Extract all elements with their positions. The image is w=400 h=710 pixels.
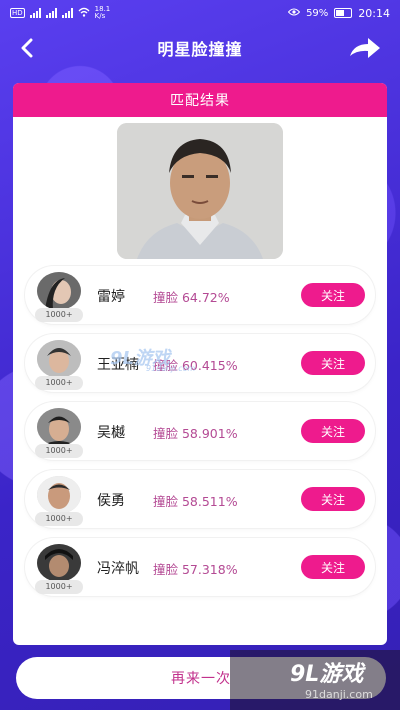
star-name: 雷婷 [97, 289, 125, 305]
avatar [37, 544, 81, 582]
avatar-group: 1000+ [35, 340, 83, 390]
watermark-corner: 9L游戏 91danji.com [230, 650, 400, 710]
follow-button[interactable]: 关注 [301, 487, 365, 511]
follow-button[interactable]: 关注 [301, 419, 365, 443]
fans-badge: 1000+ [35, 512, 83, 526]
status-bar: HD 18.1 K/s 59% 20:14 [0, 0, 400, 26]
list-item[interactable]: 1000+ 吴樾 撞脸 58.901% 关注 [25, 402, 375, 460]
card-header: 匹配结果 [13, 83, 387, 117]
signal-icon-3 [61, 8, 73, 18]
fans-badge: 1000+ [35, 444, 83, 458]
similarity-score: 撞脸 57.318% [153, 562, 238, 577]
list-item[interactable]: 1000+ 雷婷 撞脸 64.72% 关注 [25, 266, 375, 324]
signal-icon [29, 8, 41, 18]
avatar-group: 1000+ [35, 544, 83, 594]
list-item[interactable]: 1000+ 王亚楠 撞脸 60.415% 关注 [25, 334, 375, 392]
share-arrow-icon [350, 38, 380, 58]
match-list: 1000+ 雷婷 撞脸 64.72% 关注 1000+ 王亚楠 撞脸 60.41… [25, 266, 375, 606]
fans-badge: 1000+ [35, 308, 83, 322]
chevron-left-icon [21, 38, 33, 58]
star-name: 侯勇 [97, 493, 125, 509]
watermark-corner-logo: 9L游戏 [290, 662, 364, 687]
wifi-icon [78, 7, 90, 20]
clock: 20:14 [358, 6, 390, 20]
watermark-url: 91danji.com [146, 364, 196, 373]
share-button[interactable] [348, 34, 382, 62]
follow-button[interactable]: 关注 [301, 555, 365, 579]
avatar [37, 272, 81, 310]
list-item[interactable]: 1000+ 冯淬帆 撞脸 57.318% 关注 [25, 538, 375, 596]
similarity-score: 撞脸 64.72% [153, 290, 230, 305]
nav-bar: 明星脸撞撞 [0, 26, 400, 70]
follow-button[interactable]: 关注 [301, 351, 365, 375]
user-photo [117, 123, 283, 259]
avatar [37, 476, 81, 514]
page-title: 明星脸撞撞 [157, 40, 243, 59]
avatar-group: 1000+ [35, 476, 83, 526]
similarity-score: 撞脸 58.511% [153, 494, 238, 509]
star-name: 吴樾 [97, 425, 125, 441]
result-card: 匹配结果 1000+ 雷婷 撞脸 64.72% 关注 1000+ 王亚楠 撞脸 … [13, 83, 387, 645]
avatar-group: 1000+ [35, 408, 83, 458]
signal-icon-2 [45, 8, 57, 18]
list-item[interactable]: 1000+ 侯勇 撞脸 58.511% 关注 [25, 470, 375, 528]
hd-icon: HD [10, 8, 25, 18]
battery-percent: 59% [306, 7, 329, 19]
star-name: 冯淬帆 [97, 561, 139, 577]
avatar [37, 340, 81, 378]
follow-button[interactable]: 关注 [301, 283, 365, 307]
network-speed: 18.1 K/s [94, 5, 111, 20]
eye-icon [287, 8, 301, 19]
avatar [37, 408, 81, 446]
watermark: 9L游戏 91danji.com [110, 344, 195, 373]
similarity-score: 撞脸 58.901% [153, 426, 238, 441]
fans-badge: 1000+ [35, 580, 83, 594]
watermark-corner-url: 91danji.com [305, 688, 373, 701]
fans-badge: 1000+ [35, 376, 83, 390]
battery-icon [334, 8, 353, 18]
back-button[interactable] [14, 34, 40, 62]
avatar-group: 1000+ [35, 272, 83, 322]
